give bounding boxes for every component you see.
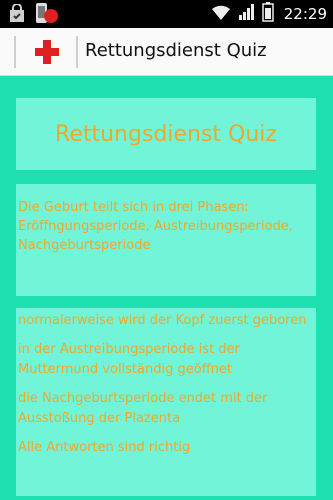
divider — [14, 36, 16, 68]
answer-option-1[interactable]: normalerweise wird der Kopf zuerst gebor… — [18, 311, 314, 331]
answer-option-4[interactable]: Alle Antworten sind richtig — [18, 438, 314, 458]
answers-panel: normalerweise wird der Kopf zuerst gebor… — [16, 308, 316, 496]
battery-icon — [262, 2, 274, 26]
answer-option-2[interactable]: in der Austreibungsperiode ist der Mutte… — [18, 340, 314, 380]
status-right: 22:29 — [210, 2, 327, 26]
signal-icon — [238, 3, 256, 25]
answer-option-3[interactable]: die Nachgeburtsperiode endet mit der Aus… — [18, 389, 314, 429]
clock: 22:29 — [283, 5, 327, 23]
red-cross-icon[interactable] — [35, 40, 59, 68]
app-title: Rettungsdienst Quiz — [85, 40, 267, 61]
quiz-content: Rettungsdienst Quiz Die Geburt teilt sic… — [0, 76, 333, 500]
wifi-icon — [210, 3, 232, 25]
quiz-heading: Rettungsdienst Quiz — [55, 121, 277, 147]
divider — [76, 36, 78, 68]
phone-record-icon — [34, 3, 60, 29]
status-left — [8, 3, 60, 29]
quiz-heading-panel: Rettungsdienst Quiz — [16, 98, 316, 170]
question-panel: Die Geburt teilt sich in drei Phasen: Er… — [16, 184, 316, 296]
status-bar: 22:29 — [0, 0, 333, 28]
shopping-bag-icon — [8, 3, 26, 28]
action-bar: Rettungsdienst Quiz — [0, 28, 333, 76]
question-text: Die Geburt teilt sich in drei Phasen: Er… — [18, 200, 293, 253]
